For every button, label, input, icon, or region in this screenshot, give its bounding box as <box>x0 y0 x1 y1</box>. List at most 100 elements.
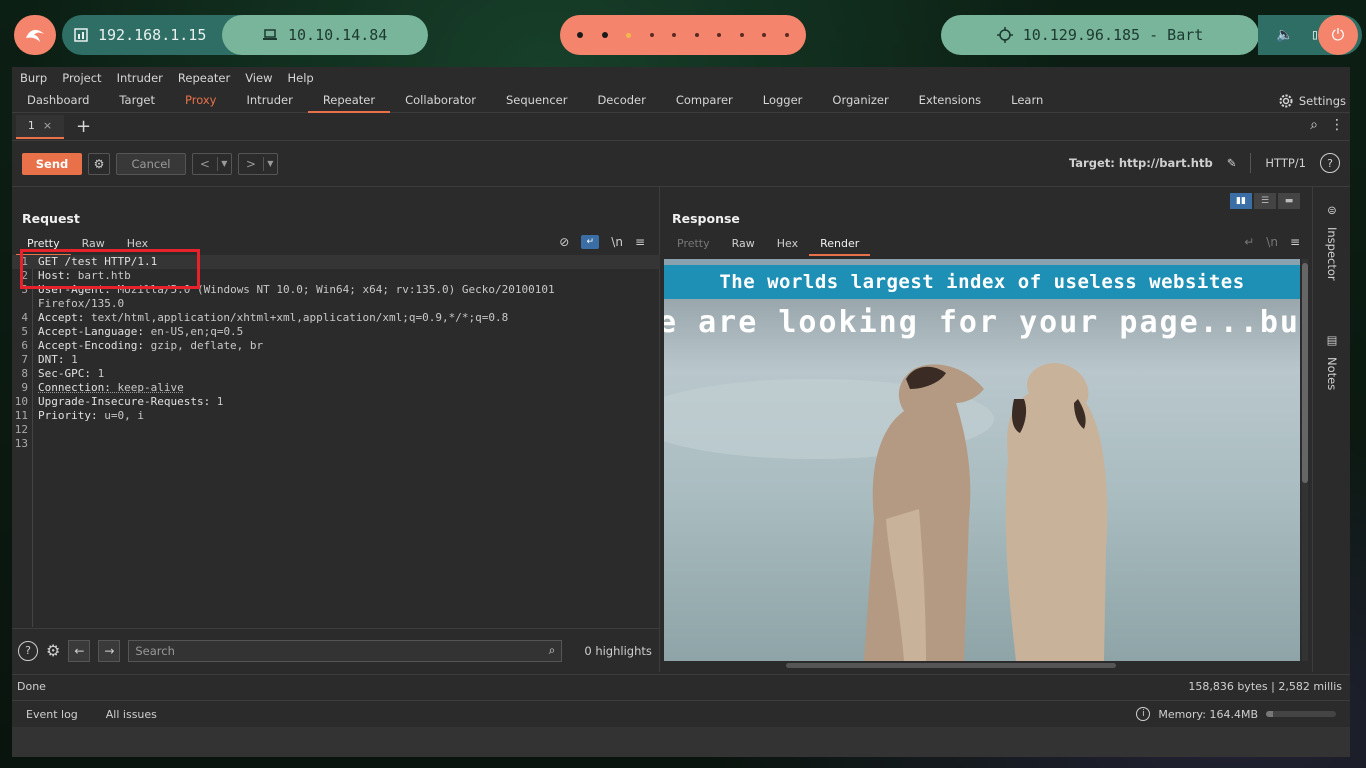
gear-icon[interactable]: ⚙ <box>46 641 60 660</box>
line-number: 9 <box>21 381 28 394</box>
split-horizontal-icon[interactable]: ▮▮ <box>1230 193 1252 209</box>
chevron-down-icon[interactable]: ▼ <box>218 159 231 168</box>
response-tab-hex[interactable]: Hex <box>766 233 809 256</box>
meerkats-image <box>664 363 1108 661</box>
workspace-dot[interactable] <box>694 33 699 37</box>
tab-decoder[interactable]: Decoder <box>582 89 660 113</box>
tab-organizer[interactable]: Organizer <box>817 89 903 113</box>
response-tab-pretty[interactable]: Pretty <box>666 233 721 256</box>
vertical-scrollbar[interactable] <box>1302 259 1308 661</box>
tab-extensions[interactable]: Extensions <box>904 89 996 113</box>
tab-target[interactable]: Target <box>104 89 170 113</box>
add-tab-button[interactable]: + <box>76 116 91 137</box>
workspace-dot[interactable] <box>717 33 722 37</box>
menu-icon[interactable]: ≡ <box>635 235 645 249</box>
scroll-thumb[interactable] <box>1302 263 1308 483</box>
inspector-toggle[interactable]: ⊜ Inspector <box>1313 203 1351 281</box>
tab-sequencer[interactable]: Sequencer <box>491 89 582 113</box>
chevron-down-icon[interactable]: ▼ <box>264 159 277 168</box>
power-button[interactable]: ⏻ <box>1318 15 1358 55</box>
request-line: Firefox/135.0 <box>12 297 660 311</box>
split-vertical-icon[interactable]: ☰ <box>1254 193 1276 209</box>
response-tab-render[interactable]: Render <box>809 233 871 256</box>
response-tab-raw[interactable]: Raw <box>721 233 766 256</box>
event-log-button[interactable]: Event log <box>12 708 92 721</box>
target-info: Target: http://bart.htb ✎ HTTP/1 ? <box>1069 153 1340 173</box>
workspace-dot[interactable] <box>739 33 744 37</box>
response-view-tabs: Pretty Raw Hex Render <box>666 233 871 256</box>
workspace-dot[interactable] <box>672 33 677 37</box>
tab-intruder[interactable]: Intruder <box>232 89 308 113</box>
workspace-dot[interactable] <box>601 32 608 38</box>
tab-collaborator[interactable]: Collaborator <box>390 89 491 113</box>
newline-icon[interactable]: \n <box>1266 235 1278 249</box>
workspace-dot[interactable] <box>649 33 654 37</box>
layout-toggles: ▮▮ ☰ ▬ <box>1230 193 1300 209</box>
rendered-page[interactable]: The worlds largest index of useless webs… <box>664 259 1300 661</box>
more-options-icon[interactable]: ⋮ <box>1330 117 1344 133</box>
local-ip: 192.168.1.15 <box>62 15 222 55</box>
header-value: u=0, i <box>97 409 144 422</box>
tab-dashboard[interactable]: Dashboard <box>12 89 104 113</box>
settings-button[interactable]: Settings <box>1278 89 1346 113</box>
help-icon[interactable]: ? <box>18 640 38 661</box>
workspace-switcher[interactable] <box>560 15 806 55</box>
workspace-dot[interactable] <box>784 33 789 37</box>
protocol-label[interactable]: HTTP/1 <box>1265 156 1306 170</box>
search-icon[interactable]: ⌕ <box>1310 117 1318 133</box>
previous-match-button[interactable]: ← <box>68 639 91 662</box>
menu-repeater[interactable]: Repeater <box>178 71 230 85</box>
help-icon[interactable]: ? <box>1320 153 1340 173</box>
history-back-button[interactable]: < ▼ <box>192 152 232 175</box>
tab-proxy[interactable]: Proxy <box>170 89 232 113</box>
next-match-button[interactable]: → <box>98 639 121 662</box>
menu-intruder[interactable]: Intruder <box>117 71 163 85</box>
tab-repeater[interactable]: Repeater <box>307 89 391 113</box>
word-wrap-icon[interactable]: ↵ <box>1244 235 1254 249</box>
hide-icon[interactable]: ⊘ <box>559 235 569 249</box>
word-wrap-icon[interactable]: ↵ <box>581 235 600 249</box>
history-forward-button[interactable]: > ▼ <box>238 152 278 175</box>
header-value: text/html,application/xhtml+xml,applicat… <box>84 311 509 324</box>
header-name: Upgrade-Insecure-Requests: <box>38 395 211 408</box>
menu-project[interactable]: Project <box>62 71 101 85</box>
notes-toggle[interactable]: ▤ Notes <box>1313 333 1351 390</box>
search-field[interactable]: ⌕ <box>128 639 563 662</box>
chevron-right-icon: > <box>239 156 264 171</box>
menu-bar: Burp Project Intruder Repeater View Help <box>12 67 1350 89</box>
burp-window: Burp Project Intruder Repeater View Help… <box>12 67 1350 727</box>
send-button[interactable]: Send <box>22 152 82 175</box>
vpn-ip-text: 10.10.14.84 <box>288 26 388 44</box>
header-name: Accept-Encoding: <box>38 339 144 352</box>
tab-learn[interactable]: Learn <box>996 89 1058 113</box>
request-editor[interactable]: 1 GET /test HTTP/1.1 2 Host: bart.htb 3 Use… <box>12 255 660 627</box>
menu-icon[interactable]: ≡ <box>1290 235 1300 249</box>
newline-icon[interactable]: \n <box>611 235 623 249</box>
kali-menu-button[interactable] <box>14 15 56 55</box>
all-issues-button[interactable]: All issues <box>92 708 171 721</box>
repeater-toolbar: Send ⚙ Cancel < ▼ > ▼ Target: http://bart.… <box>12 141 1350 187</box>
line-number: 10 <box>14 395 28 408</box>
edit-target-icon[interactable]: ✎ <box>1227 156 1237 170</box>
horizontal-scrollbar[interactable] <box>786 663 1116 668</box>
menu-view[interactable]: View <box>245 71 272 85</box>
search-input[interactable] <box>135 643 516 658</box>
workspace-dot-current[interactable] <box>626 32 632 38</box>
workspace-dot[interactable] <box>762 33 767 37</box>
single-pane-icon[interactable]: ▬ <box>1278 193 1300 209</box>
tab-logger[interactable]: Logger <box>748 89 818 113</box>
repeater-tab-1[interactable]: 1 × <box>16 114 64 139</box>
tab-comparer[interactable]: Comparer <box>661 89 748 113</box>
volume-icon[interactable]: 🔈 <box>1270 15 1300 55</box>
repeater-subtabs: 1 × + ⌕ ⋮ <box>12 113 1350 141</box>
workspace-dot[interactable] <box>577 32 584 38</box>
close-icon[interactable]: × <box>43 119 52 132</box>
header-value: 1 <box>64 353 78 366</box>
header-value: Firefox/135.0 <box>38 297 125 310</box>
cancel-button[interactable]: Cancel <box>116 152 186 175</box>
request-editor-tools: ⊘ ↵ \n ≡ <box>559 235 645 249</box>
request-settings-button[interactable]: ⚙ <box>88 152 110 175</box>
menu-help[interactable]: Help <box>287 71 313 85</box>
request-line: 8 Sec-GPC: 1 <box>12 367 660 381</box>
menu-burp[interactable]: Burp <box>20 71 47 85</box>
